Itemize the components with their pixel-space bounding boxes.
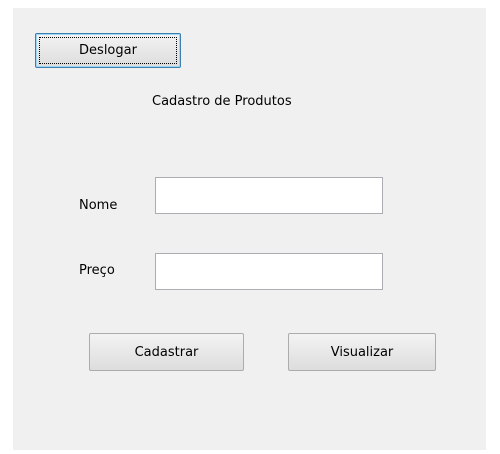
- cadastrar-button-label: Cadastrar: [134, 344, 199, 360]
- nome-label: Nome: [79, 198, 118, 213]
- logout-button-label: Deslogar: [79, 43, 137, 58]
- page-title: Cadastro de Produtos: [152, 94, 292, 109]
- cadastrar-button[interactable]: Cadastrar: [89, 333, 244, 371]
- logout-button[interactable]: Deslogar: [35, 33, 181, 68]
- visualizar-button[interactable]: Visualizar: [288, 333, 436, 371]
- preco-input[interactable]: [155, 253, 383, 290]
- nome-input[interactable]: [155, 177, 383, 214]
- form-window: Deslogar Cadastro de Produtos Nome Preço…: [13, 8, 486, 450]
- visualizar-button-label: Visualizar: [330, 344, 394, 360]
- preco-label: Preço: [79, 263, 115, 278]
